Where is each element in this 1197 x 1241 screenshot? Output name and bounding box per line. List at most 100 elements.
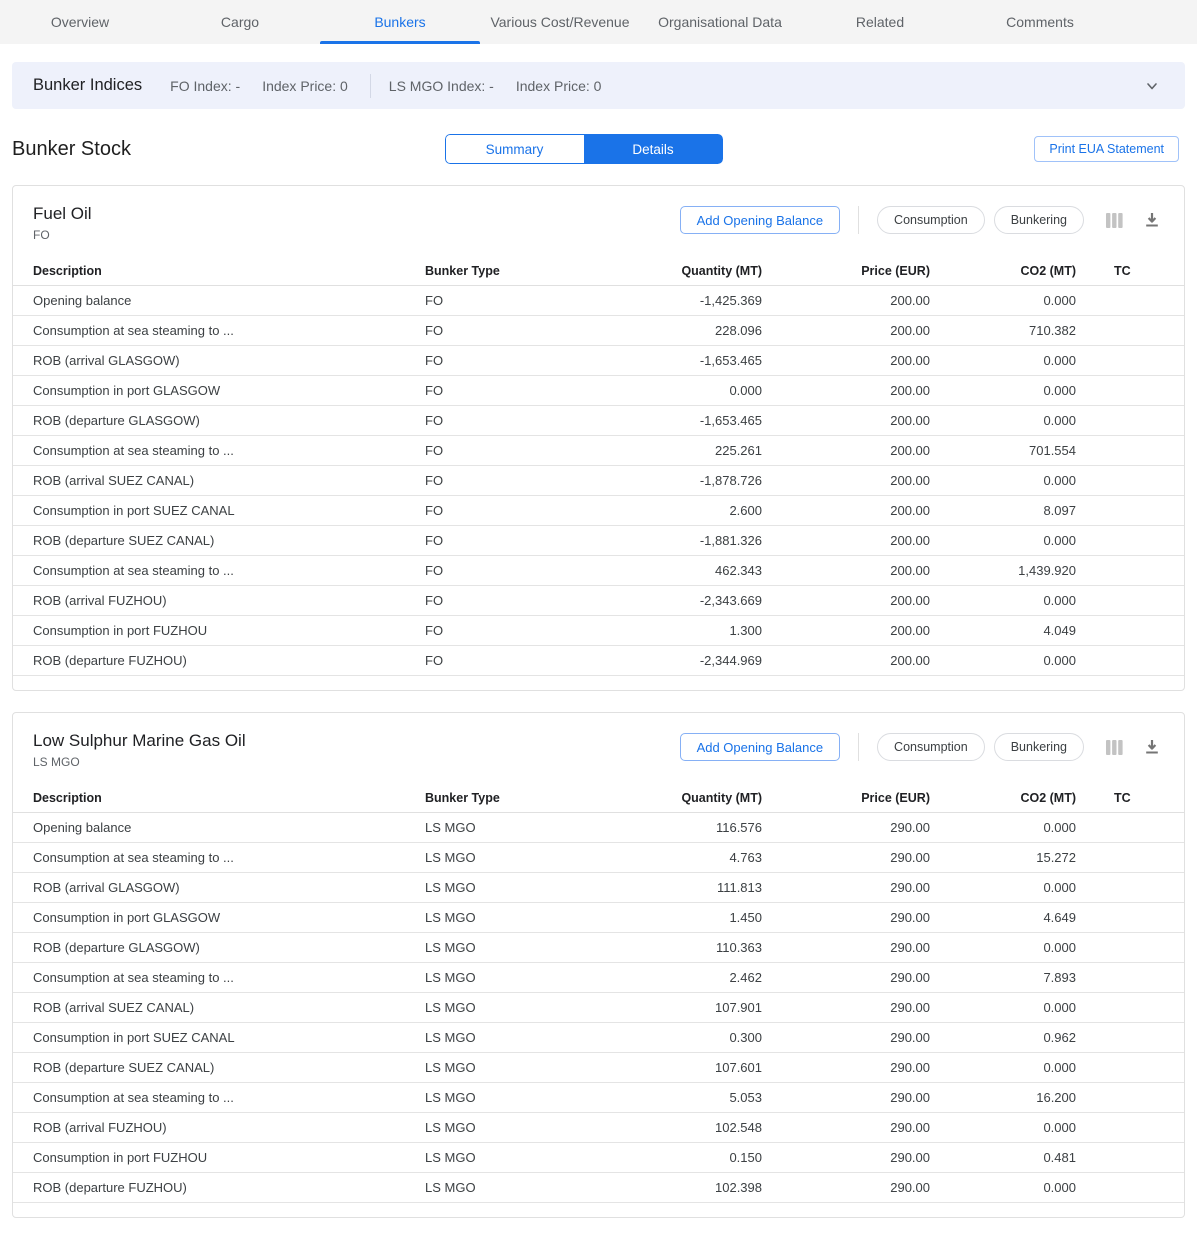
cell-description: ROB (arrival SUEZ CANAL) (33, 1000, 425, 1015)
cell-co2: 4.649 (930, 910, 1076, 925)
cell-bunker-type: LS MGO (425, 940, 590, 955)
view-columns-icon[interactable] (1102, 208, 1126, 232)
cell-price: 200.00 (762, 623, 930, 638)
cell-co2: 0.000 (930, 533, 1076, 548)
consumption-button[interactable]: Consumption (877, 206, 985, 234)
cell-quantity: 228.096 (590, 323, 762, 338)
cell-bunker-type: FO (425, 443, 590, 458)
cell-description: ROB (arrival GLASGOW) (33, 880, 425, 895)
table-row[interactable]: Consumption in port SUEZ CANALFO2.600200… (13, 496, 1184, 526)
cell-quantity: 4.763 (590, 850, 762, 865)
tab-cargo[interactable]: Cargo (160, 0, 320, 44)
table-row[interactable]: ROB (arrival GLASGOW)FO-1,653.465200.000… (13, 346, 1184, 376)
tab-various-cost-revenue[interactable]: Various Cost/Revenue (480, 0, 640, 44)
table-row[interactable]: Consumption at sea steaming to ...LS MGO… (13, 843, 1184, 873)
cell-quantity: -2,343.669 (590, 593, 762, 608)
table-header-row: Description Bunker Type Quantity (MT) Pr… (13, 256, 1184, 286)
table-row[interactable]: ROB (arrival FUZHOU)LS MGO102.548290.000… (13, 1113, 1184, 1143)
cell-quantity: 0.300 (590, 1030, 762, 1045)
table-row[interactable]: ROB (arrival SUEZ CANAL)FO-1,878.726200.… (13, 466, 1184, 496)
table-row[interactable]: ROB (departure FUZHOU)FO-2,344.969200.00… (13, 646, 1184, 676)
table-row[interactable]: ROB (departure FUZHOU)LS MGO102.398290.0… (13, 1173, 1184, 1203)
tab-related[interactable]: Related (800, 0, 960, 44)
table-row[interactable]: ROB (departure SUEZ CANAL)FO-1,881.32620… (13, 526, 1184, 556)
table-row[interactable]: Consumption in port GLASGOWFO0.000200.00… (13, 376, 1184, 406)
add-opening-balance-button[interactable]: Add Opening Balance (680, 733, 840, 761)
cell-bunker-type: LS MGO (425, 850, 590, 865)
cell-quantity: 107.901 (590, 1000, 762, 1015)
cell-price: 290.00 (762, 1090, 930, 1105)
table-row[interactable]: Consumption at sea steaming to ...FO228.… (13, 316, 1184, 346)
table-row[interactable]: Consumption in port SUEZ CANALLS MGO0.30… (13, 1023, 1184, 1053)
cell-co2: 0.000 (930, 473, 1076, 488)
header-bunker-type: Bunker Type (425, 791, 590, 805)
cell-price: 290.00 (762, 1030, 930, 1045)
card-subtitle: LS MGO (33, 755, 246, 769)
cell-co2: 0.000 (930, 353, 1076, 368)
download-icon[interactable] (1140, 735, 1164, 759)
cell-quantity: 2.462 (590, 970, 762, 985)
divider (370, 74, 371, 98)
cell-price: 290.00 (762, 970, 930, 985)
tab-comments[interactable]: Comments (960, 0, 1120, 44)
cell-description: ROB (departure SUEZ CANAL) (33, 533, 425, 548)
cell-price: 290.00 (762, 880, 930, 895)
header-quantity: Quantity (MT) (590, 264, 762, 278)
cell-price: 290.00 (762, 1000, 930, 1015)
cell-co2: 0.000 (930, 593, 1076, 608)
table-row[interactable]: Consumption at sea steaming to ...FO462.… (13, 556, 1184, 586)
cell-price: 290.00 (762, 1180, 930, 1195)
cell-description: ROB (departure GLASGOW) (33, 940, 425, 955)
cell-price: 290.00 (762, 1060, 930, 1075)
table-row[interactable]: Consumption in port FUZHOULS MGO0.150290… (13, 1143, 1184, 1173)
cell-co2: 0.000 (930, 1060, 1076, 1075)
ls-mgo-table: Description Bunker Type Quantity (MT) Pr… (13, 783, 1184, 1203)
fuel-oil-card: Fuel Oil FO Add Opening Balance Consumpt… (12, 185, 1185, 691)
cell-description: Opening balance (33, 293, 425, 308)
table-row[interactable]: Consumption in port GLASGOWLS MGO1.45029… (13, 903, 1184, 933)
cell-description: Opening balance (33, 820, 425, 835)
table-row[interactable]: Consumption at sea steaming to ...LS MGO… (13, 963, 1184, 993)
tab-overview[interactable]: Overview (0, 0, 160, 44)
tab-organisational-data[interactable]: Organisational Data (640, 0, 800, 44)
cell-co2: 0.000 (930, 383, 1076, 398)
details-toggle-button[interactable]: Details (584, 134, 723, 164)
summary-toggle-button[interactable]: Summary (445, 134, 584, 164)
table-row[interactable]: Consumption at sea steaming to ...FO225.… (13, 436, 1184, 466)
chevron-down-icon[interactable] (1140, 74, 1164, 98)
lsmgo-index-price-label: Index Price: 0 (516, 78, 602, 94)
cell-quantity: -1,653.465 (590, 413, 762, 428)
table-row[interactable]: ROB (arrival GLASGOW)LS MGO111.813290.00… (13, 873, 1184, 903)
table-row[interactable]: Opening balanceFO-1,425.369200.000.000 (13, 286, 1184, 316)
add-opening-balance-button[interactable]: Add Opening Balance (680, 206, 840, 234)
cell-bunker-type: FO (425, 623, 590, 638)
cell-price: 200.00 (762, 413, 930, 428)
header-quantity: Quantity (MT) (590, 791, 762, 805)
cell-quantity: 107.601 (590, 1060, 762, 1075)
card-header: Low Sulphur Marine Gas Oil LS MGO Add Op… (13, 713, 1184, 769)
fuel-oil-table: Description Bunker Type Quantity (MT) Pr… (13, 256, 1184, 676)
table-row[interactable]: ROB (arrival FUZHOU)FO-2,343.669200.000.… (13, 586, 1184, 616)
table-row[interactable]: ROB (arrival SUEZ CANAL)LS MGO107.901290… (13, 993, 1184, 1023)
cell-co2: 710.382 (930, 323, 1076, 338)
bunkering-button[interactable]: Bunkering (994, 206, 1084, 234)
table-row[interactable]: ROB (departure GLASGOW)FO-1,653.465200.0… (13, 406, 1184, 436)
cell-bunker-type: LS MGO (425, 1000, 590, 1015)
print-eua-statement-button[interactable]: Print EUA Statement (1034, 136, 1179, 162)
table-row[interactable]: Consumption in port FUZHOUFO1.300200.004… (13, 616, 1184, 646)
download-icon[interactable] (1140, 208, 1164, 232)
cell-price: 290.00 (762, 940, 930, 955)
table-row[interactable]: Consumption at sea steaming to ...LS MGO… (13, 1083, 1184, 1113)
cell-co2: 0.000 (930, 1120, 1076, 1135)
view-columns-icon[interactable] (1102, 735, 1126, 759)
table-row[interactable]: ROB (departure GLASGOW)LS MGO110.363290.… (13, 933, 1184, 963)
table-row[interactable]: ROB (departure SUEZ CANAL)LS MGO107.6012… (13, 1053, 1184, 1083)
cell-price: 200.00 (762, 443, 930, 458)
card-subtitle: FO (33, 228, 92, 242)
cell-bunker-type: FO (425, 293, 590, 308)
bunkering-button[interactable]: Bunkering (994, 733, 1084, 761)
header-price: Price (EUR) (762, 791, 930, 805)
table-row[interactable]: Opening balanceLS MGO116.576290.000.000 (13, 813, 1184, 843)
consumption-button[interactable]: Consumption (877, 733, 985, 761)
tab-bunkers[interactable]: Bunkers (320, 0, 480, 44)
